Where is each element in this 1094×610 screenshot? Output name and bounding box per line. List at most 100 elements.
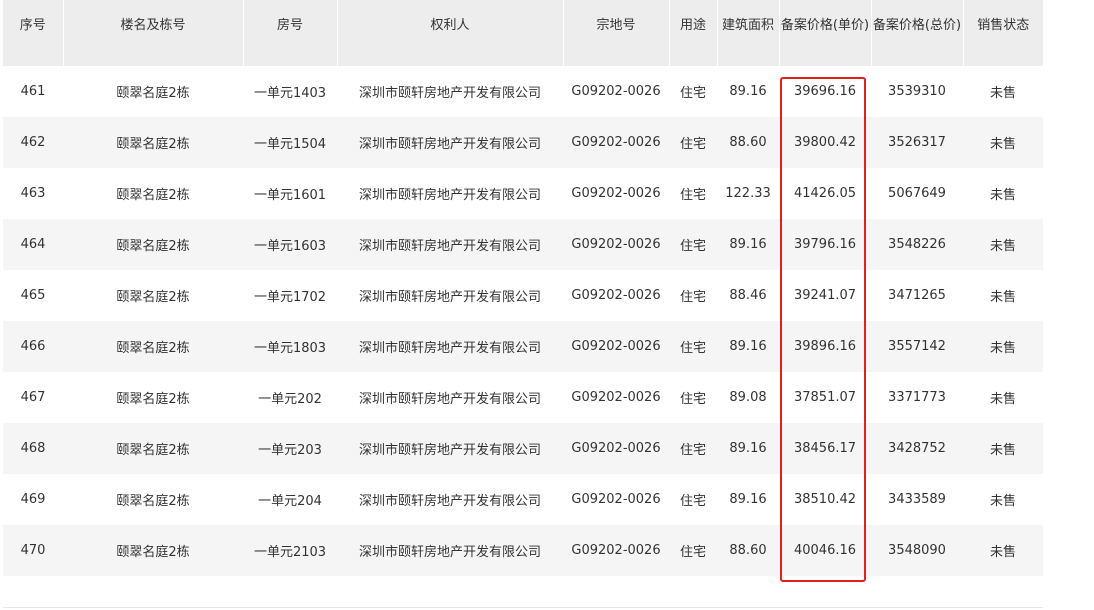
cell-building: 颐翠名庭2栋 [116, 494, 190, 509]
cell-usage: 住宅 [679, 239, 706, 254]
cell-total-price: 3548090 [888, 543, 946, 558]
header-building: 楼名及栋号 [63, 0, 244, 66]
header-area: 建筑面积 [717, 0, 780, 66]
header-owner: 权利人 [337, 0, 564, 66]
cell-building: 颐翠名庭2栋 [116, 188, 190, 203]
cell-area: 89.16 [729, 492, 767, 507]
cell-room: 一单元1702 [253, 290, 327, 305]
cell-room: 一单元2103 [253, 545, 327, 560]
cell-unit-price: 38456.17 [793, 441, 857, 456]
cell-area: 88.60 [729, 135, 767, 150]
cell-parcel: G09202-0026 [571, 288, 661, 303]
cell-index: 462 [20, 135, 46, 150]
cell-unit-price: 40046.16 [793, 543, 857, 558]
cell-unit-price: 39241.07 [793, 288, 857, 303]
cell-area: 89.16 [729, 441, 767, 456]
cell-owner: 深圳市颐轩房地产开发有限公司 [358, 239, 541, 254]
cell-building: 颐翠名庭2栋 [116, 443, 190, 458]
cell-room: 一单元1601 [253, 188, 327, 203]
cell-room: 一单元1803 [253, 341, 327, 356]
cell-owner: 深圳市颐轩房地产开发有限公司 [358, 341, 541, 356]
table-row: 467 颐翠名庭2栋 一单元202 深圳市颐轩房地产开发有限公司 G09202-0026… [3, 372, 1043, 423]
cell-unit-price: 39800.42 [793, 135, 857, 150]
cell-index: 466 [20, 339, 46, 354]
cell-owner: 深圳市颐轩房地产开发有限公司 [358, 392, 541, 407]
cell-index: 463 [20, 186, 46, 201]
cell-parcel: G09202-0026 [571, 441, 661, 456]
cell-parcel: G09202-0026 [571, 492, 661, 507]
cell-usage: 住宅 [679, 443, 706, 458]
page: 序号 楼名及栋号 房号 权利人 宗地号 用途 建筑面积 备案价格(单价) 备案价… [0, 0, 1094, 610]
table-body: 461 颐翠名庭2栋 一单元1403 深圳市颐轩房地产开发有限公司 G09202-002… [3, 66, 1043, 576]
cell-parcel: G09202-0026 [571, 543, 661, 558]
header-index: 序号 [3, 0, 64, 66]
cell-parcel: G09202-0026 [571, 84, 661, 99]
cell-owner: 深圳市颐轩房地产开发有限公司 [358, 188, 541, 203]
table-row: 469 颐翠名庭2栋 一单元204 深圳市颐轩房地产开发有限公司 G09202-0026… [3, 474, 1043, 525]
cell-total-price: 5067649 [888, 186, 946, 201]
table-row: 465 颐翠名庭2栋 一单元1702 深圳市颐轩房地产开发有限公司 G09202-002… [3, 270, 1043, 321]
cell-area: 89.16 [729, 339, 767, 354]
cell-index: 468 [20, 441, 46, 456]
header-row: 序号 楼名及栋号 房号 权利人 宗地号 用途 建筑面积 备案价格(单价) 备案价… [3, 0, 1043, 66]
cell-status: 未售 [989, 137, 1016, 152]
cell-total-price: 3433589 [888, 492, 946, 507]
cell-building: 颐翠名庭2栋 [116, 341, 190, 356]
cell-building: 颐翠名庭2栋 [116, 239, 190, 254]
cell-total-price: 3548226 [888, 237, 946, 252]
cell-building: 颐翠名庭2栋 [116, 137, 190, 152]
cell-parcel: G09202-0026 [571, 237, 661, 252]
table-row: 463 颐翠名庭2栋 一单元1601 深圳市颐轩房地产开发有限公司 G09202-002… [3, 168, 1043, 219]
cell-room: 一单元202 [258, 392, 322, 407]
cell-status: 未售 [989, 443, 1016, 458]
cell-area: 88.60 [729, 543, 767, 558]
cell-index: 461 [20, 84, 46, 99]
cell-building: 颐翠名庭2栋 [116, 392, 190, 407]
cell-usage: 住宅 [679, 494, 706, 509]
cell-usage: 住宅 [679, 137, 706, 152]
cell-parcel: G09202-0026 [571, 339, 661, 354]
cell-owner: 深圳市颐轩房地产开发有限公司 [358, 290, 541, 305]
cell-status: 未售 [989, 86, 1016, 101]
cell-building: 颐翠名庭2栋 [116, 290, 190, 305]
cell-status: 未售 [989, 290, 1016, 305]
cell-index: 469 [20, 492, 46, 507]
cell-index: 464 [20, 237, 46, 252]
cell-unit-price: 39796.16 [793, 237, 857, 252]
cell-parcel: G09202-0026 [571, 390, 661, 405]
cell-status: 未售 [989, 392, 1016, 407]
header-unit-price: 备案价格(单价) [779, 0, 872, 66]
table-row: 466 颐翠名庭2栋 一单元1803 深圳市颐轩房地产开发有限公司 G09202-002… [3, 321, 1043, 372]
cell-usage: 住宅 [679, 545, 706, 560]
header-parcel: 宗地号 [563, 0, 670, 66]
cell-unit-price: 37851.07 [793, 390, 857, 405]
cell-room: 一单元1603 [253, 239, 327, 254]
cell-total-price: 3371773 [888, 390, 946, 405]
cell-room: 一单元204 [258, 494, 322, 509]
cell-room: 一单元1504 [253, 137, 327, 152]
cell-parcel: G09202-0026 [571, 135, 661, 150]
cell-area: 122.33 [725, 186, 771, 201]
cell-owner: 深圳市颐轩房地产开发有限公司 [358, 137, 541, 152]
cell-status: 未售 [989, 545, 1016, 560]
cell-status: 未售 [989, 494, 1016, 509]
cell-building: 颐翠名庭2栋 [116, 86, 190, 101]
cell-room: 一单元1403 [253, 86, 327, 101]
cell-unit-price: 39896.16 [793, 339, 857, 354]
cell-usage: 住宅 [679, 341, 706, 356]
cell-total-price: 3428752 [888, 441, 946, 456]
cell-usage: 住宅 [679, 392, 706, 407]
cell-area: 88.46 [729, 288, 767, 303]
cell-building: 颐翠名庭2栋 [116, 545, 190, 560]
table-row: 464 颐翠名庭2栋 一单元1603 深圳市颐轩房地产开发有限公司 G09202-002… [3, 219, 1043, 270]
cell-index: 470 [20, 543, 46, 558]
cell-owner: 深圳市颐轩房地产开发有限公司 [358, 86, 541, 101]
table-row: 470 颐翠名庭2栋 一单元2103 深圳市颐轩房地产开发有限公司 G09202-002… [3, 525, 1043, 576]
cell-unit-price: 41426.05 [793, 186, 857, 201]
cell-owner: 深圳市颐轩房地产开发有限公司 [358, 443, 541, 458]
cell-parcel: G09202-0026 [571, 186, 661, 201]
cell-usage: 住宅 [679, 290, 706, 305]
cell-total-price: 3471265 [888, 288, 946, 303]
cell-status: 未售 [989, 239, 1016, 254]
cell-index: 465 [20, 288, 46, 303]
